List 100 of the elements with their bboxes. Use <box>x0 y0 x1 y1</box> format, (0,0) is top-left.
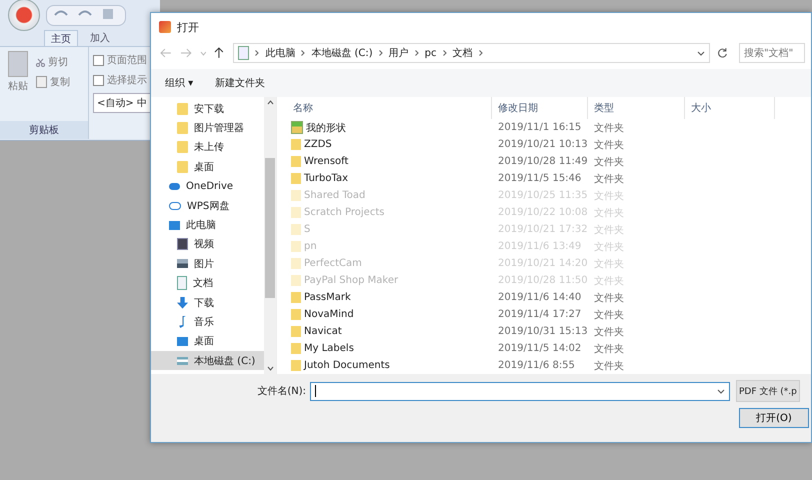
document-icon <box>238 46 250 60</box>
monitor-icon <box>177 336 188 346</box>
nav-item[interactable]: WPS网盘 <box>151 196 264 216</box>
folder-icon <box>291 309 301 320</box>
file-row[interactable]: TurboTax 2019/11/5 15:46 文件夹 <box>287 170 811 187</box>
file-row[interactable]: Wrensoft 2019/10/28 11:49 文件夹 <box>287 153 811 170</box>
breadcrumb[interactable]: pc <box>424 48 436 58</box>
cloud-icon <box>169 182 180 190</box>
breadcrumb[interactable]: 文档 <box>452 46 472 60</box>
scissors-icon <box>36 58 45 66</box>
checkbox[interactable]: 选择提示 <box>93 73 151 87</box>
file-name: NovaMind <box>304 309 354 320</box>
file-name: TurboTax <box>304 173 348 184</box>
nav-item[interactable]: OneDrive <box>151 176 264 196</box>
nav-item[interactable]: 未上传 <box>151 138 264 158</box>
folder-icon <box>291 241 301 252</box>
column-header[interactable]: 大小 <box>685 97 775 119</box>
file-row[interactable]: 我的形状 2019/11/1 16:15 文件夹 <box>287 119 811 136</box>
file-name: PassMark <box>304 292 351 303</box>
file-name: Jutoh Documents <box>304 360 390 371</box>
column-header[interactable]: 修改日期 <box>492 97 588 119</box>
file-row[interactable]: Navicat 2019/10/31 15:13 文件夹 <box>287 323 811 340</box>
cut-button[interactable]: 剪切 <box>36 55 70 69</box>
folder-icon <box>291 139 301 150</box>
scroll-up-icon[interactable] <box>266 100 274 105</box>
scroll-down-icon[interactable] <box>266 366 274 371</box>
drive-icon <box>177 356 188 365</box>
breadcrumb[interactable]: 本地磁盘 (C:) <box>311 46 373 60</box>
app-logo-icon[interactable] <box>8 0 40 31</box>
column-header[interactable]: 名称 <box>287 97 492 119</box>
filename-field[interactable] <box>310 382 730 400</box>
nav-item[interactable]: 音乐 <box>151 312 264 332</box>
copy-button[interactable]: 复制 <box>36 75 70 89</box>
nav-item[interactable]: 桌面 <box>151 157 264 177</box>
nav-item[interactable]: 此电脑 <box>151 215 264 235</box>
dropdown[interactable]: <自动> 中 <box>93 93 151 113</box>
type-cell-text: 文件夹 <box>593 342 625 356</box>
folder-icon <box>291 292 301 303</box>
new-folder-button[interactable]: 新建文件夹 <box>215 76 266 90</box>
up-icon[interactable] <box>214 47 224 59</box>
file-row[interactable]: ZZDS 2019/10/21 10:13 文件夹 <box>287 136 811 153</box>
nav-item[interactable]: 桌面 <box>151 332 264 352</box>
caret-icon[interactable] <box>697 50 706 56</box>
chevron-icon <box>255 50 260 56</box>
nav-item[interactable]: 图片管理器 <box>151 118 264 138</box>
folder-icon <box>177 160 188 173</box>
breadcrumb[interactable]: 此电脑 <box>265 46 296 60</box>
nav-item[interactable]: 安下载 <box>151 99 264 118</box>
filename-label: 文件名(N): <box>256 384 307 398</box>
file-row[interactable]: PassMark 2019/11/6 14:40 文件夹 <box>287 289 811 306</box>
group-label: 剪贴板 <box>0 121 88 139</box>
folder-icon <box>291 173 301 184</box>
open-button[interactable]: 打开(O) <box>739 408 809 428</box>
image-icon <box>177 259 188 268</box>
file-row[interactable]: Jutoh Documents 2019/11/6 8:55 文件夹 <box>287 357 811 374</box>
file-name: S <box>304 224 310 235</box>
checkbox[interactable]: 页面范围 <box>93 53 151 67</box>
dialog-title: 打开 <box>177 20 199 34</box>
type-cell-text: 文件夹 <box>593 122 625 134</box>
file-name: PayPal Shop Maker <box>304 275 398 286</box>
address-bar[interactable]: 此电脑 本地磁盘 (C:) 用户 pc 文档 <box>233 43 710 63</box>
scrollbar[interactable] <box>264 97 276 374</box>
quick-access-toolbar[interactable] <box>46 4 126 26</box>
file-row[interactable]: My Labels 2019/11/5 14:02 文件夹 <box>287 340 811 357</box>
column-header[interactable]: 类型 <box>588 97 685 119</box>
back-icon[interactable] <box>160 48 172 58</box>
file-name: Shared Toad <box>304 190 366 201</box>
nav-item[interactable]: 本地磁盘 (C:) <box>151 351 264 370</box>
ribbon-tab[interactable]: 主页 <box>44 30 78 46</box>
ribbon-tab[interactable]: 加入 <box>84 30 116 46</box>
file-row[interactable]: NovaMind 2019/11/4 17:27 文件夹 <box>287 306 811 323</box>
folder-icon <box>291 224 301 235</box>
folder-icon <box>177 141 188 154</box>
date-cell-text: 2019/11/1 16:15 <box>497 122 582 133</box>
chevron-icon <box>442 50 446 56</box>
type-cell-text: 文件夹 <box>593 326 625 338</box>
folder-icon <box>291 207 301 218</box>
organize-button[interactable]: 组织 ▾ <box>165 76 194 90</box>
file-name: Scratch Projects <box>304 207 384 218</box>
file-name: Navicat <box>304 326 342 337</box>
forward-icon[interactable] <box>180 48 192 58</box>
folder-icon <box>177 102 188 115</box>
nav-item[interactable]: 视频 <box>151 234 264 254</box>
caret-icon[interactable] <box>717 388 725 394</box>
app-logo-icon <box>159 21 171 33</box>
date-cell-text: 2019/11/6 8:55 <box>497 360 576 371</box>
breadcrumb[interactable]: 用户 <box>388 46 409 60</box>
type-cell-text: 文件夹 <box>593 360 625 372</box>
paste-button[interactable]: 粘贴 <box>4 51 32 117</box>
folder-icon <box>291 156 301 167</box>
file-type-dropdown[interactable]: PDF 文件 (*.p <box>736 380 800 402</box>
nav-item[interactable]: 图片 <box>151 254 264 274</box>
monitor-icon <box>169 220 180 230</box>
file-name: ZZDS <box>304 139 332 150</box>
nav-item[interactable]: 文档 <box>151 274 264 293</box>
file-name: PerfectCam <box>304 258 362 269</box>
search-field[interactable]: 搜索"文档" <box>739 43 805 63</box>
film-icon <box>177 238 188 250</box>
refresh-icon[interactable] <box>717 47 728 59</box>
nav-item[interactable]: 下载 <box>151 292 264 312</box>
